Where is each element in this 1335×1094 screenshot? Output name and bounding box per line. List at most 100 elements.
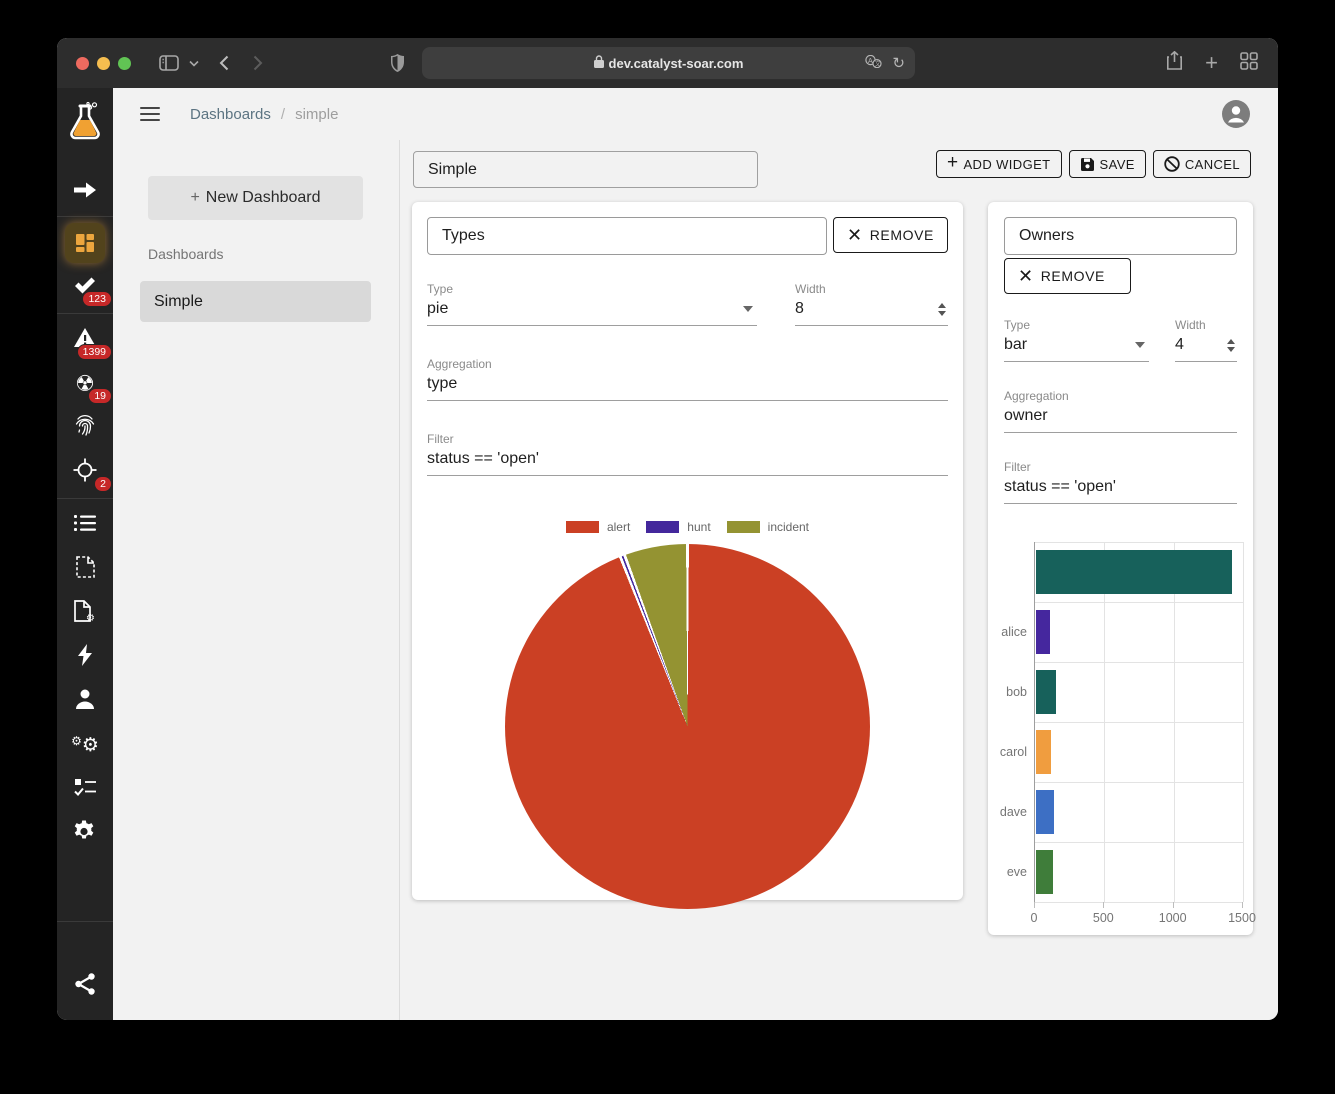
widget-card-types: ✕ REMOVE Type pie Width bbox=[412, 202, 963, 900]
width-input[interactable]: 4 bbox=[1175, 332, 1237, 362]
sidebar-item-incidents[interactable]: ☢ 19 bbox=[57, 362, 113, 406]
pie-legend: alert hunt incident bbox=[427, 520, 948, 534]
number-stepper-icon[interactable] bbox=[938, 303, 946, 316]
filter-input[interactable]: status == 'open' bbox=[427, 446, 948, 476]
shield-icon[interactable] bbox=[390, 54, 405, 72]
x-tick-label: 1500 bbox=[1228, 911, 1256, 925]
sidebar-item-integrations[interactable]: ⚙⚙ bbox=[57, 723, 113, 767]
sidebar-item-list[interactable] bbox=[57, 503, 113, 547]
x-tick-label: 500 bbox=[1093, 911, 1114, 925]
sidebar-item-dashboards[interactable] bbox=[57, 221, 113, 265]
dashboard-grid-icon bbox=[65, 223, 105, 263]
svg-text:⚙: ⚙ bbox=[86, 613, 95, 622]
select-arrow-icon bbox=[743, 306, 753, 312]
axis-tick bbox=[1034, 902, 1035, 908]
badge-count: 19 bbox=[88, 388, 112, 405]
dashboard-canvas: + ADD WIDGET SAVE CANCEL bbox=[400, 140, 1278, 1020]
person-icon bbox=[74, 689, 96, 714]
widget-name-input[interactable] bbox=[1004, 217, 1237, 255]
bar-carol[interactable] bbox=[1036, 730, 1051, 774]
select-arrow-icon bbox=[1135, 342, 1145, 348]
sidebar-item-jobs[interactable] bbox=[57, 767, 113, 811]
width-input[interactable]: 8 bbox=[795, 296, 948, 326]
legend-label: hunt bbox=[687, 520, 710, 534]
address-bar[interactable]: dev.catalyst-soar.com A文 ↻ bbox=[422, 47, 915, 79]
sidebar-item-hunts[interactable]: 2 bbox=[57, 450, 113, 494]
aggregation-input[interactable]: type bbox=[427, 371, 948, 401]
gridline bbox=[1035, 782, 1243, 783]
avatar[interactable] bbox=[1222, 100, 1250, 128]
browser-window: dev.catalyst-soar.com A文 ↻ + bbox=[57, 38, 1278, 1020]
add-widget-button[interactable]: + ADD WIDGET bbox=[936, 150, 1062, 178]
sidebar-item-users[interactable] bbox=[57, 679, 113, 723]
bar-unassigned[interactable] bbox=[1036, 550, 1232, 594]
new-dashboard-button[interactable]: +New Dashboard bbox=[148, 176, 363, 220]
svg-text:文: 文 bbox=[875, 60, 881, 68]
gridline bbox=[1035, 602, 1243, 603]
filter-label: Filter bbox=[427, 432, 948, 446]
bar-alice[interactable] bbox=[1036, 610, 1050, 654]
widget-name-input[interactable] bbox=[427, 217, 827, 255]
flask-logo-icon[interactable] bbox=[57, 100, 113, 144]
breadcrumb-dashboards[interactable]: Dashboards bbox=[190, 106, 271, 123]
reload-icon[interactable]: ↻ bbox=[892, 54, 905, 72]
translate-icon[interactable]: A文 bbox=[865, 55, 882, 71]
x-icon: ✕ bbox=[847, 226, 863, 244]
legend-item[interactable]: alert bbox=[566, 520, 630, 534]
sidebar-item-settings[interactable] bbox=[57, 811, 113, 855]
sidebar-item-forensics[interactable] bbox=[57, 406, 113, 450]
share-nav-icon[interactable] bbox=[57, 962, 113, 1006]
axis-tick bbox=[1173, 902, 1174, 908]
gridline bbox=[1035, 662, 1243, 663]
number-stepper-icon[interactable] bbox=[1227, 339, 1235, 352]
save-button[interactable]: SAVE bbox=[1069, 150, 1146, 178]
browser-titlebar: dev.catalyst-soar.com A文 ↻ + bbox=[57, 38, 1278, 88]
gridline bbox=[1243, 542, 1244, 902]
forward-icon[interactable] bbox=[253, 55, 263, 71]
app-header: Dashboards / simple bbox=[113, 88, 1278, 140]
remove-widget-button[interactable]: ✕ REMOVE bbox=[833, 217, 948, 253]
dashboard-list-item-simple[interactable]: Simple bbox=[140, 281, 371, 322]
plus-icon: + bbox=[947, 152, 959, 174]
sidebar-item-tasks[interactable]: 123 bbox=[57, 265, 113, 309]
sidebar-item-alerts[interactable]: 1399 bbox=[57, 318, 113, 362]
sidebar-item-automations[interactable] bbox=[57, 635, 113, 679]
tab-overview-icon[interactable] bbox=[1240, 52, 1258, 75]
cancel-button[interactable]: CANCEL bbox=[1153, 150, 1251, 178]
hamburger-menu-icon[interactable] bbox=[140, 107, 160, 121]
filter-input[interactable]: status == 'open' bbox=[1004, 474, 1237, 504]
remove-widget-button[interactable]: ✕ REMOVE bbox=[1004, 258, 1131, 294]
type-select[interactable]: pie bbox=[427, 296, 757, 326]
bar-dave[interactable] bbox=[1036, 790, 1054, 834]
bar-bob[interactable] bbox=[1036, 670, 1056, 714]
legend-item[interactable]: incident bbox=[727, 520, 809, 534]
chevron-down-icon[interactable] bbox=[189, 60, 199, 67]
x-tick-label: 0 bbox=[1031, 911, 1038, 925]
legend-swatch bbox=[646, 521, 679, 533]
close-window-button[interactable] bbox=[76, 57, 89, 70]
legend-item[interactable]: hunt bbox=[646, 520, 710, 534]
aggregation-input[interactable]: owner bbox=[1004, 403, 1237, 433]
y-category-label: dave bbox=[967, 805, 1027, 819]
arrow-right-icon[interactable] bbox=[57, 168, 113, 212]
svg-text:A: A bbox=[868, 58, 873, 65]
sidebar-item-reports[interactable]: ⚙ bbox=[57, 591, 113, 635]
bar-eve[interactable] bbox=[1036, 850, 1053, 894]
minimize-window-button[interactable] bbox=[97, 57, 110, 70]
type-label: Type bbox=[427, 282, 757, 296]
share-icon[interactable] bbox=[1166, 51, 1183, 76]
app-sidebar: 123 1399 ☢ 19 2 bbox=[57, 88, 113, 1020]
breadcrumb-simple: simple bbox=[295, 106, 338, 123]
new-tab-icon[interactable]: + bbox=[1205, 52, 1218, 74]
aggregation-label: Aggregation bbox=[427, 357, 948, 371]
axis-tick bbox=[1242, 902, 1243, 908]
type-select[interactable]: bar bbox=[1004, 332, 1149, 362]
sidebar-item-templates[interactable] bbox=[57, 547, 113, 591]
sidebar-toggle-icon[interactable] bbox=[159, 55, 179, 71]
zoom-window-button[interactable] bbox=[118, 57, 131, 70]
dashboard-name-input[interactable] bbox=[413, 151, 758, 188]
filter-label: Filter bbox=[1004, 460, 1237, 474]
widget-card-owners: ✕ REMOVE Type bar Width 4 bbox=[988, 202, 1253, 935]
dashboards-panel: +New Dashboard Dashboards Simple bbox=[113, 140, 400, 1020]
back-icon[interactable] bbox=[219, 55, 229, 71]
